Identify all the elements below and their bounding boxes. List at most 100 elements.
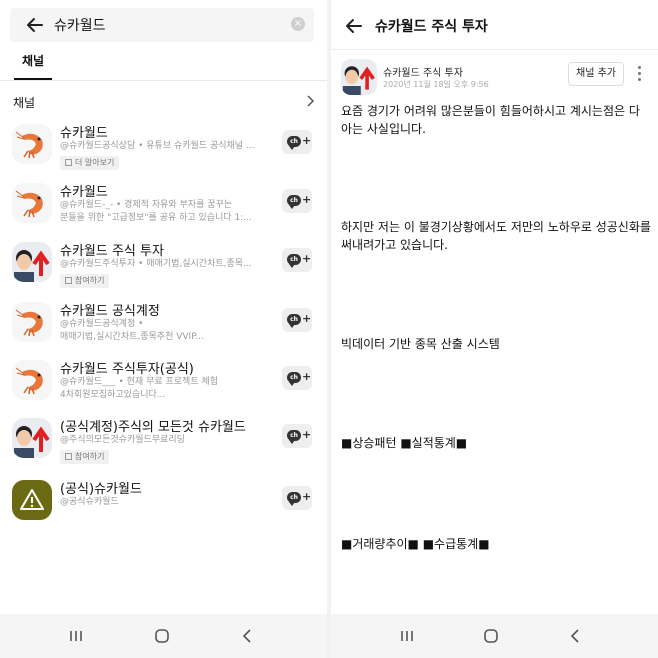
post-paragraph: 빅데이터 기반 종목 산출 시스템 [341,337,500,351]
tab-divider [0,80,327,81]
page-title: 슈카월드 주식 투자 [375,19,488,35]
channel-description: @슈카월드공식상담 • 유튜브 슈카월드 공식채널 ... [60,140,268,153]
plus-icon: + [302,312,312,325]
bubble-label: ch [290,494,298,501]
shrimp-avatar-icon [12,124,52,164]
add-channel-button[interactable]: ch + [282,366,312,390]
description-line: @슈카월드-_- • 경제적 자유와 부자를 꿈꾸는 [60,200,233,210]
add-channel-button[interactable]: ch + [282,424,312,448]
person-arrow-avatar-icon [12,242,52,282]
channel-name: 슈카월드 [60,185,108,200]
post-paragraph: 하지만 저는 이 불경기상황에서도 저만의 노하우로 성공신화를 써내려가고 있… [341,220,651,252]
post-date: 2020년 11월 18일 오후 9:56 [383,80,489,89]
recent-apps-icon[interactable] [66,626,86,646]
more-options-icon[interactable] [631,66,647,84]
channel-list-item[interactable]: 슈카월드 주식투자(공식) @슈카월드___ • 현재 무료 프로젝트 체험 4차회… [0,358,327,416]
badge-icon [65,159,72,166]
channel-description: @주식의모든것슈카월드무료리딩 [60,434,268,447]
plus-icon: + [302,252,312,265]
bubble-label: ch [290,256,298,263]
shrimp-avatar-icon [12,183,52,223]
clear-search-icon[interactable]: × [291,17,305,31]
description-line: 매매기법,실시간차트,종목추천 VVIP... [60,332,204,342]
description-line: @슈카월드주식투자 • 매매기법,실시간차트,종목... [60,259,252,269]
chat-bubble-icon: ch [287,314,301,328]
tab-channel-label: 채널 [21,54,45,68]
shrimp-avatar-icon [12,302,52,342]
add-channel-button[interactable]: ch + [282,130,312,154]
description-line: @슈카월드공식계정 • [60,319,144,329]
add-channel-button[interactable]: ch + [282,486,312,510]
channel-name: 슈카월드 주식 투자 [383,68,463,79]
channel-description: @슈카월드___ • 현재 무료 프로젝트 체험 4차회원모집하고있습니다... [60,376,268,402]
description-line: @슈카월드___ • 현재 무료 프로젝트 체험 [60,377,219,387]
channel-description: @슈카월드주식투자 • 매매기법,실시간차트,종목... [60,258,268,271]
post-paragraph: ■상승패턴 ■실적통계■ [341,436,468,450]
warning-avatar-icon [12,480,52,520]
nav-back-icon[interactable] [238,626,258,646]
channel-list-item[interactable]: (공식)슈카월드 @공식슈카월드 ch + [0,478,327,536]
home-icon[interactable] [481,626,501,646]
channel-name: (공식계정)주식의 모든것 슈카월드 [60,420,246,435]
back-arrow-icon[interactable] [343,15,365,37]
chat-bubble-icon: ch [287,254,301,268]
add-channel-button[interactable]: ch + [282,308,312,332]
channel-name: (공식)슈카월드 [60,482,142,497]
search-results-panel: 슈카월드 × 채널 채널 슈카월드 @슈카월드공식상담 • 유튜브 슈카월드 공식… [0,0,327,658]
channel-list-item[interactable]: 슈카월드 @슈카월드공식상담 • 유튜브 슈카월드 공식채널 ... 더 알아보기 c… [0,122,327,180]
bubble-label: ch [290,432,298,439]
person-arrow-avatar-icon [12,418,52,458]
search-bar: 슈카월드 × [10,8,314,42]
channel-description: @공식슈카월드 [60,496,268,509]
add-channel-button[interactable]: ch + [282,189,312,213]
plus-icon: + [302,428,312,441]
search-input[interactable]: 슈카월드 [54,15,106,35]
channel-list-item[interactable]: (공식계정)주식의 모든것 슈카월드 @주식의모든것슈카월드무료리딩참여하기 ch + [0,416,327,474]
channel-list-item[interactable]: 슈카월드 주식 투자 @슈카월드주식투자 • 매매기법,실시간차트,종목... 참여… [0,240,327,298]
plus-icon: + [302,490,312,503]
badge-icon [65,277,72,284]
channel-list-item[interactable]: 슈카월드 @슈카월드-_- • 경제적 자유와 부자를 꿈꾸는분들을 위한 "고급… [0,181,327,239]
chat-bubble-icon: ch [287,430,301,444]
badge-icon [65,453,72,460]
chat-bubble-icon: ch [287,372,301,386]
chat-bubble-icon: ch [287,136,301,150]
description-line: @슈카월드공식상담 • 유튜브 슈카월드 공식채널 ... [60,141,255,151]
channel-description: @슈카월드공식계정 • 매매기법,실시간차트,종목추천 VVIP... [60,318,268,344]
channel-badge[interactable]: 참여하기 [60,450,110,464]
tab-channel[interactable]: 채널 [14,52,52,80]
description-line: @주식의모든것슈카월드무료리딩 [60,435,185,445]
description-line: 분들을 위한 "고급정보"를 공유 하고 있습니다 1:... [60,213,252,223]
plus-icon: + [302,134,312,147]
channel-avatar[interactable] [341,59,377,95]
channel-post-panel: 슈카월드 주식 투자 슈카월드 주식 투자 2020년 11월 18일 오후 9… [331,0,658,658]
channel-badge[interactable]: 참여하기 [60,274,110,288]
channel-section-header[interactable]: 채널 [0,88,327,116]
bubble-label: ch [290,197,298,204]
recent-apps-icon[interactable] [397,626,417,646]
channel-badge[interactable]: 더 알아보기 [60,156,120,170]
chat-bubble-icon: ch [287,492,301,506]
plus-icon: + [302,193,312,206]
shrimp-avatar-icon [12,360,52,400]
add-channel-button[interactable]: ch + [282,248,312,272]
chevron-right-icon [307,95,315,107]
nav-back-icon[interactable] [566,626,586,646]
channel-description: @슈카월드-_- • 경제적 자유와 부자를 꿈꾸는분들을 위한 "고급정보"를… [60,199,268,225]
badge-label: 참여하기 [75,276,105,285]
android-nav-bar [331,614,658,658]
back-arrow-icon[interactable] [24,14,46,36]
channel-list-item[interactable]: 슈카월드 공식계정 @슈카월드공식계정 • 매매기법,실시간차트,종목추천 VVIP… [0,300,327,358]
section-title: 채널 [13,96,36,110]
person-arrow-avatar-icon [341,59,377,95]
chat-bubble-icon: ch [287,195,301,209]
channel-name: 슈카월드 주식투자(공식) [60,362,194,377]
channel-name: 슈카월드 [60,126,108,141]
description-line: @공식슈카월드 [60,497,119,507]
channel-name: 슈카월드 공식계정 [60,304,160,319]
add-channel-button[interactable]: 채널 추가 [568,62,624,86]
description-line: 4차회원모집하고있습니다... [60,390,166,400]
badge-label: 더 알아보기 [75,158,115,167]
home-icon[interactable] [152,626,172,646]
post-paragraph: 요즘 경기가 어려워 많은분들이 힘들어하시고 계시는점은 다 아는 사실입니다… [341,104,640,136]
